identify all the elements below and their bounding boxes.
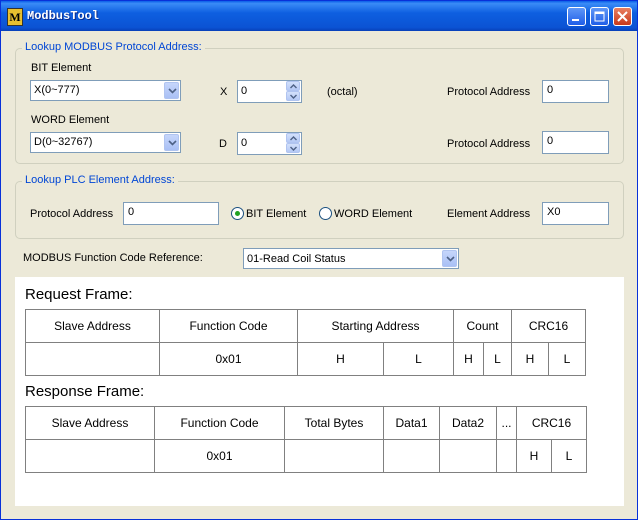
request-cell-start-l: L: [383, 342, 454, 376]
spin-down-icon[interactable]: [286, 143, 300, 153]
request-header-function: Function Code: [159, 309, 298, 343]
response-header-total-bytes: Total Bytes: [284, 406, 384, 440]
spin-up-icon[interactable]: [286, 81, 300, 91]
word-element-radio-label[interactable]: WORD Element: [334, 208, 412, 220]
response-cell-data1: [383, 439, 440, 473]
minimize-icon: [572, 19, 579, 21]
app-icon: M: [7, 8, 23, 26]
bit-element-radio[interactable]: [231, 207, 244, 220]
spin-down-icon[interactable]: [286, 91, 300, 101]
response-frame-title: Response Frame:: [25, 383, 145, 400]
request-header-slave: Slave Address: [25, 309, 160, 343]
bit-protocol-address-field[interactable]: 0: [542, 80, 609, 103]
request-frame-table: Slave Address Function Code Starting Add…: [25, 309, 586, 376]
response-frame-table: Slave Address Function Code Total Bytes …: [25, 406, 587, 473]
request-cell-function: 0x01: [159, 342, 298, 376]
request-header-starting: Starting Address: [297, 309, 454, 343]
minimize-button[interactable]: [567, 7, 586, 26]
bit-prefix-label: X: [220, 86, 228, 98]
response-header-data2: Data2: [439, 406, 497, 440]
plc-protocol-address-label: Protocol Address: [30, 208, 114, 220]
octal-label: (octal): [327, 86, 358, 98]
response-header-data1: Data1: [383, 406, 440, 440]
word-element-select-value: D(0~32767): [34, 136, 93, 148]
frames-panel: Request Frame: Slave Address Function Co…: [15, 277, 624, 506]
response-cell-crc-h: H: [516, 439, 552, 473]
close-button[interactable]: [613, 7, 632, 26]
request-cell-crc-h: H: [511, 342, 549, 376]
main-window: M ModbusTool Lookup MODBUS Protocol Addr…: [0, 0, 638, 520]
title-bar[interactable]: M ModbusTool: [1, 1, 637, 31]
request-cell-start-h: H: [297, 342, 384, 376]
response-cell-data2: [439, 439, 497, 473]
word-element-select[interactable]: D(0~32767): [30, 132, 181, 153]
request-header-count: Count: [453, 309, 512, 343]
word-element-label: WORD Element: [31, 114, 110, 126]
request-cell-crc-l: L: [548, 342, 586, 376]
word-value: 0: [241, 137, 248, 149]
lookup-modbus-legend: Lookup MODBUS Protocol Address:: [22, 41, 205, 53]
spin-up-icon[interactable]: [286, 133, 300, 143]
response-header-crc16: CRC16: [516, 406, 587, 440]
bit-element-select-value: X(0~777): [34, 84, 80, 96]
response-header-slave: Slave Address: [25, 406, 155, 440]
bit-value-spinner[interactable]: 0: [237, 80, 302, 103]
bit-protocol-address-label: Protocol Address: [447, 86, 531, 98]
radio-selected-dot: [235, 211, 240, 216]
response-cell-slave: [25, 439, 155, 473]
window-title: ModbusTool: [27, 9, 100, 23]
response-header-function: Function Code: [154, 406, 285, 440]
bit-value: 0: [241, 85, 248, 97]
response-cell-total-bytes: [284, 439, 384, 473]
close-icon: [617, 11, 628, 22]
maximize-button[interactable]: [590, 7, 609, 26]
word-element-radio[interactable]: [319, 207, 332, 220]
bit-element-select[interactable]: X(0~777): [30, 80, 181, 101]
function-code-select-value: 01-Read Coil Status: [247, 253, 346, 265]
word-value-spinner[interactable]: 0: [237, 132, 302, 155]
element-address-label: Element Address: [447, 208, 531, 220]
response-header-ellipsis: ...: [496, 406, 517, 440]
request-cell-count-h: H: [453, 342, 484, 376]
chevron-down-icon[interactable]: [164, 134, 179, 151]
bit-element-label: BIT Element: [31, 62, 92, 74]
element-address-field[interactable]: X0: [542, 202, 609, 225]
word-protocol-address-label: Protocol Address: [447, 138, 531, 150]
response-cell-crc-l: L: [551, 439, 587, 473]
request-cell-slave: [25, 342, 160, 376]
word-prefix-label: D: [219, 138, 227, 150]
chevron-down-icon[interactable]: [442, 250, 457, 267]
word-protocol-address-field[interactable]: 0: [542, 131, 609, 154]
request-header-crc16: CRC16: [511, 309, 586, 343]
response-cell-ellipsis: [496, 439, 517, 473]
function-code-reference-label: MODBUS Function Code Reference:: [23, 252, 203, 264]
response-cell-function: 0x01: [154, 439, 285, 473]
chevron-down-icon[interactable]: [164, 82, 179, 99]
request-cell-count-l: L: [483, 342, 512, 376]
plc-protocol-address-field[interactable]: 0: [123, 202, 219, 225]
lookup-plc-legend: Lookup PLC Element Address:: [22, 174, 178, 186]
request-frame-title: Request Frame:: [25, 286, 133, 303]
bit-element-radio-label[interactable]: BIT Element: [246, 208, 306, 220]
maximize-icon: [594, 11, 605, 22]
function-code-select[interactable]: 01-Read Coil Status: [243, 248, 459, 269]
